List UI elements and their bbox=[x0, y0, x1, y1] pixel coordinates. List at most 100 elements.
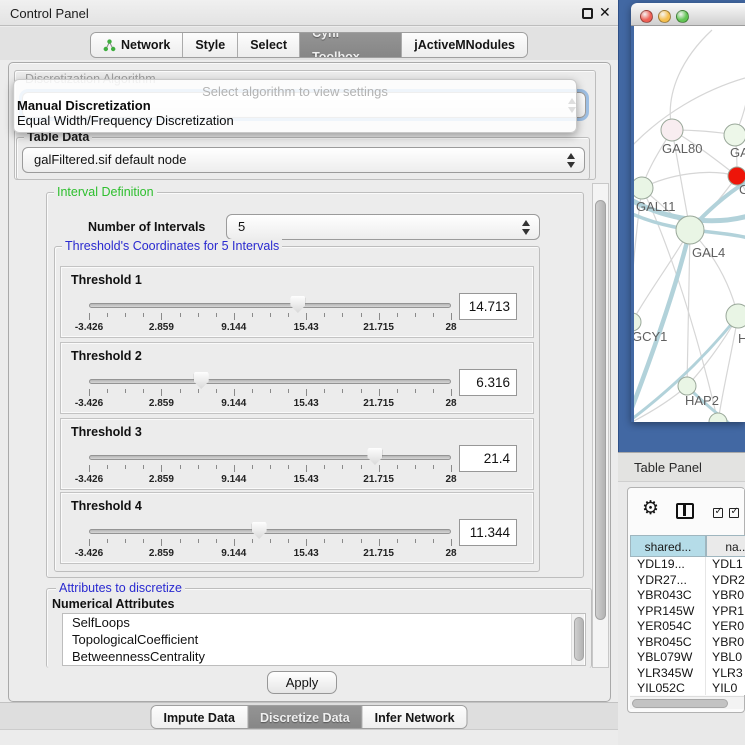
tab-select[interactable]: Select bbox=[238, 33, 300, 57]
list-item[interactable]: BetweennessCentrality bbox=[63, 648, 585, 665]
checkbox-icon[interactable] bbox=[729, 508, 739, 518]
tab-network[interactable]: Network bbox=[91, 33, 183, 57]
network-node[interactable] bbox=[724, 124, 745, 146]
numerical-attributes-list[interactable]: SelfLoopsTopologicalCoefficientBetweenne… bbox=[62, 613, 586, 666]
network-node[interactable] bbox=[709, 413, 727, 422]
attributes-scrollbar[interactable] bbox=[571, 614, 584, 665]
panel-scrollbar-thumb[interactable] bbox=[595, 200, 606, 620]
table-header-row: shared...na... bbox=[630, 535, 745, 557]
numerical-attributes-label: Numerical Attributes bbox=[52, 597, 174, 611]
tick-mark bbox=[433, 465, 434, 469]
threshold-slider-track[interactable] bbox=[89, 303, 451, 308]
tab-label: Style bbox=[195, 33, 225, 57]
threshold-slider-track[interactable] bbox=[89, 529, 451, 534]
table-horizontal-scrollbar[interactable] bbox=[630, 696, 744, 709]
network-node[interactable] bbox=[676, 216, 704, 244]
tab-jactivemnodules[interactable]: jActiveMNodules bbox=[402, 33, 527, 57]
tab-style[interactable]: Style bbox=[183, 33, 238, 57]
threshold-slider-track[interactable] bbox=[89, 455, 451, 460]
popup-item[interactable]: Equal Width/Frequency Discretization bbox=[14, 113, 576, 128]
tick-mark bbox=[234, 389, 235, 396]
threshold-value-field[interactable]: 21.4 bbox=[459, 445, 517, 472]
tick-mark bbox=[324, 539, 325, 543]
tick-mark bbox=[107, 465, 108, 469]
cell-name: YBL0 bbox=[706, 650, 745, 666]
checkbox-icon[interactable] bbox=[713, 508, 723, 518]
close-icon[interactable]: ✕ bbox=[599, 4, 611, 21]
tick-mark bbox=[125, 465, 126, 469]
gear-icon[interactable]: ⚙ bbox=[642, 497, 659, 520]
minimize-yellow-icon[interactable] bbox=[658, 10, 671, 23]
threshold-box: Threshold 2-3.4262.8599.14415.4321.71528… bbox=[60, 342, 534, 414]
tick-mark bbox=[324, 313, 325, 317]
panel-scrollbar[interactable] bbox=[592, 183, 609, 668]
tick-mark bbox=[270, 389, 271, 393]
popup-item[interactable]: Manual Discretization bbox=[14, 98, 576, 113]
table-row[interactable]: YBL079WYBL0 bbox=[630, 650, 745, 666]
columns-icon[interactable] bbox=[676, 503, 694, 519]
threshold-slider-thumb[interactable] bbox=[252, 522, 267, 539]
tick-mark bbox=[379, 539, 380, 546]
network-node[interactable] bbox=[726, 304, 745, 328]
tick-mark bbox=[107, 389, 108, 393]
interval-definition-title: Interval Definition bbox=[54, 185, 157, 199]
network-canvas[interactable]: GAL80GACGAL11GAL4GCY1HHAP2 bbox=[634, 26, 745, 422]
tab-cyni-toolbox[interactable]: Cyni Toolbox bbox=[300, 33, 402, 57]
close-red-icon[interactable] bbox=[640, 10, 653, 23]
table-row[interactable]: YLR345WYLR3 bbox=[630, 666, 745, 682]
tick-mark bbox=[379, 313, 380, 320]
threshold-value-field[interactable]: 14.713 bbox=[459, 293, 517, 320]
tick-mark bbox=[288, 539, 289, 543]
column-header[interactable]: shared... bbox=[630, 535, 706, 557]
network-window-titlebar[interactable] bbox=[631, 3, 745, 26]
threshold-slider-track[interactable] bbox=[89, 379, 451, 384]
threshold-slider-thumb[interactable] bbox=[367, 448, 382, 465]
network-node[interactable] bbox=[634, 177, 653, 199]
zoom-green-icon[interactable] bbox=[676, 10, 689, 23]
table-scrollbar-thumb[interactable] bbox=[632, 699, 728, 708]
node-label: GAL80 bbox=[662, 141, 702, 156]
table-panel-title: Table Panel bbox=[634, 460, 702, 475]
table-row[interactable]: YDL19...YDL1 bbox=[630, 557, 745, 573]
apply-button[interactable]: Apply bbox=[267, 671, 337, 694]
float-window-icon[interactable] bbox=[582, 8, 593, 19]
attributes-scrollbar-thumb[interactable] bbox=[574, 617, 584, 661]
tick-mark bbox=[397, 389, 398, 393]
tick-mark bbox=[342, 465, 343, 469]
number-of-intervals-combobox[interactable]: 5 bbox=[226, 214, 540, 240]
tick-mark bbox=[216, 465, 217, 469]
tab-label: Select bbox=[250, 33, 287, 57]
threshold-value-field[interactable]: 6.316 bbox=[459, 369, 517, 396]
tick-mark bbox=[397, 465, 398, 469]
node-label: GAL4 bbox=[692, 245, 725, 260]
tick-mark bbox=[379, 389, 380, 396]
table-row[interactable]: YPR145WYPR1 bbox=[630, 604, 745, 620]
tick-mark bbox=[252, 313, 253, 317]
threshold-slider-thumb[interactable] bbox=[290, 296, 305, 313]
tick-mark bbox=[379, 465, 380, 472]
table-row[interactable]: YDR27...YDR2 bbox=[630, 573, 745, 589]
tab-discretize-data[interactable]: Discretize Data bbox=[248, 706, 363, 728]
table-row[interactable]: YBR045CYBR0 bbox=[630, 635, 745, 651]
tab-impute-data[interactable]: Impute Data bbox=[151, 706, 248, 728]
column-header[interactable]: na... bbox=[706, 535, 745, 557]
tick-mark bbox=[361, 539, 362, 543]
tick-label: 2.859 bbox=[149, 548, 174, 559]
tick-mark bbox=[89, 465, 90, 472]
tick-mark bbox=[198, 539, 199, 543]
list-item[interactable]: TopologicalCoefficient bbox=[63, 631, 585, 648]
cell-name: YER0 bbox=[706, 619, 745, 635]
table-data-combobox[interactable]: galFiltered.sif default node bbox=[22, 147, 585, 173]
tick-mark bbox=[216, 313, 217, 317]
tick-mark bbox=[415, 465, 416, 469]
table-row[interactable]: YER054CYER0 bbox=[630, 619, 745, 635]
table-row[interactable]: YBR043CYBR0 bbox=[630, 588, 745, 604]
tab-infer-network[interactable]: Infer Network bbox=[363, 706, 467, 728]
table-row[interactable]: YIL052CYIL0 bbox=[630, 681, 745, 695]
list-item[interactable]: SelfLoops bbox=[63, 614, 585, 631]
network-node[interactable] bbox=[661, 119, 683, 141]
threshold-slider-thumb[interactable] bbox=[194, 372, 209, 389]
tick-mark bbox=[180, 389, 181, 393]
tick-mark bbox=[451, 465, 452, 472]
threshold-value-field[interactable]: 11.344 bbox=[459, 519, 517, 546]
